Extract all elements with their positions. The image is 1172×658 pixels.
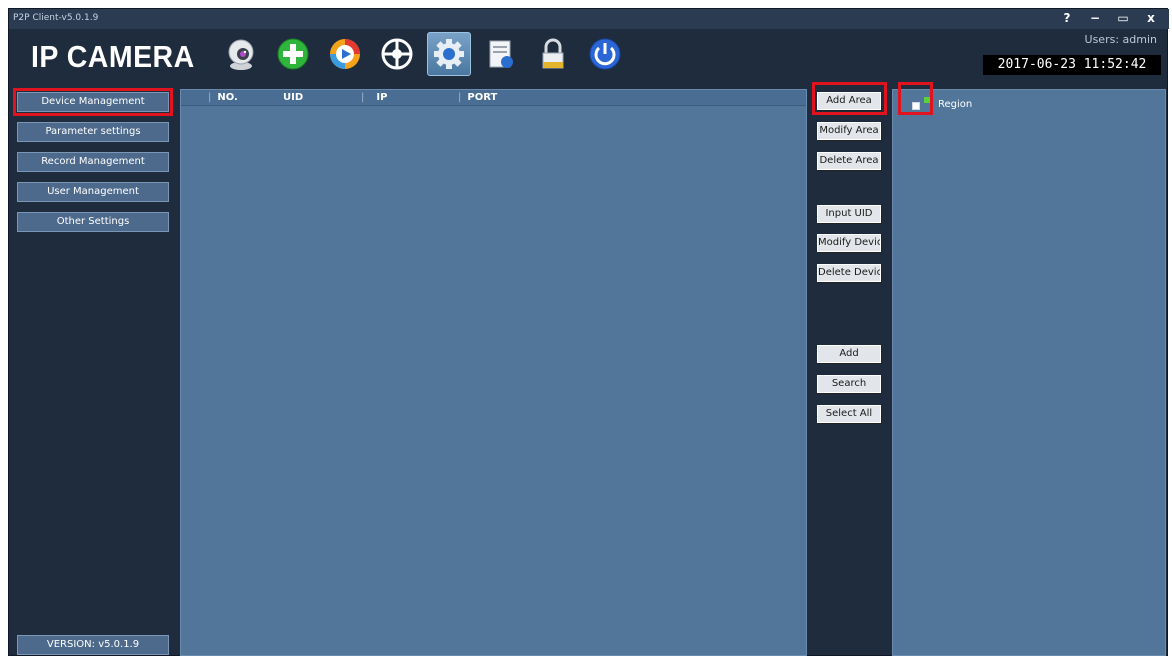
log-icon xyxy=(489,40,513,68)
toolbar-settings-button[interactable] xyxy=(427,32,471,76)
modify-area-button[interactable]: Modify Area xyxy=(817,122,881,140)
close-button[interactable]: x xyxy=(1141,10,1161,26)
sidebar-parameter-settings[interactable]: Parameter settings xyxy=(17,122,169,142)
column-header-uid[interactable]: UID xyxy=(283,92,303,103)
window-controls: ? − ▭ x xyxy=(1057,10,1161,26)
title-bar: P2P Client-v5.0.1.9 ? − ▭ x xyxy=(9,9,1169,29)
modify-device-button[interactable]: Modify Device xyxy=(817,234,881,252)
toolbar-ptz-button[interactable] xyxy=(375,32,419,76)
column-header-ip[interactable]: | IP xyxy=(361,92,387,103)
toolbar-log-button[interactable] xyxy=(479,32,523,76)
sidebar-device-management[interactable]: Device Management xyxy=(17,92,169,112)
device-table-header: | NO. UID | IP | PORT xyxy=(181,90,806,106)
datetime-display: 2017-06-23 11:52:42 xyxy=(983,55,1161,75)
lock-icon xyxy=(542,38,564,69)
add-area-button[interactable]: Add Area xyxy=(817,92,881,110)
sidebar-user-management[interactable]: User Management xyxy=(17,182,169,202)
column-header-no[interactable]: | NO. xyxy=(208,92,238,103)
region-checkbox[interactable] xyxy=(912,102,920,110)
toolbar-power-button[interactable] xyxy=(583,32,627,76)
minimize-button[interactable]: − xyxy=(1085,10,1105,26)
sidebar-record-management[interactable]: Record Management xyxy=(17,152,169,172)
app-window: P2P Client-v5.0.1.9 ? − ▭ x IP CAMERA Us… xyxy=(8,8,1169,656)
add-icon xyxy=(277,38,309,70)
device-table: | NO. UID | IP | PORT xyxy=(180,89,807,656)
tree-node-icon xyxy=(924,97,930,103)
camera-icon xyxy=(228,39,254,70)
current-user-label: Users: admin xyxy=(1084,33,1157,46)
version-label: VERSION: v5.0.1.9 xyxy=(17,635,169,655)
column-header-port[interactable]: | PORT xyxy=(458,92,497,103)
delete-area-button[interactable]: Delete Area xyxy=(817,152,881,170)
region-tree: Region xyxy=(892,89,1166,656)
select-all-button[interactable]: Select All xyxy=(817,405,881,423)
input-uid-button[interactable]: Input UID xyxy=(817,205,881,223)
maximize-button[interactable]: ▭ xyxy=(1113,10,1133,26)
help-button[interactable]: ? xyxy=(1057,10,1077,26)
app-logo: IP CAMERA xyxy=(31,39,195,74)
main-toolbar xyxy=(219,31,627,77)
toolbar-add-button[interactable] xyxy=(271,32,315,76)
toolbar-playback-button[interactable] xyxy=(323,32,367,76)
window-title: P2P Client-v5.0.1.9 xyxy=(13,13,99,23)
sidebar-other-settings[interactable]: Other Settings xyxy=(17,212,169,232)
region-tree-label[interactable]: Region xyxy=(938,99,972,110)
settings-icon xyxy=(434,39,464,69)
playback-icon xyxy=(330,39,360,69)
toolbar-live-view-button[interactable] xyxy=(219,32,263,76)
ptz-icon xyxy=(381,38,413,70)
toolbar-lock-button[interactable] xyxy=(531,32,575,76)
power-icon xyxy=(589,38,621,70)
add-button[interactable]: Add xyxy=(817,345,881,363)
delete-device-button[interactable]: Delete Device xyxy=(817,264,881,282)
search-button[interactable]: Search xyxy=(817,375,881,393)
